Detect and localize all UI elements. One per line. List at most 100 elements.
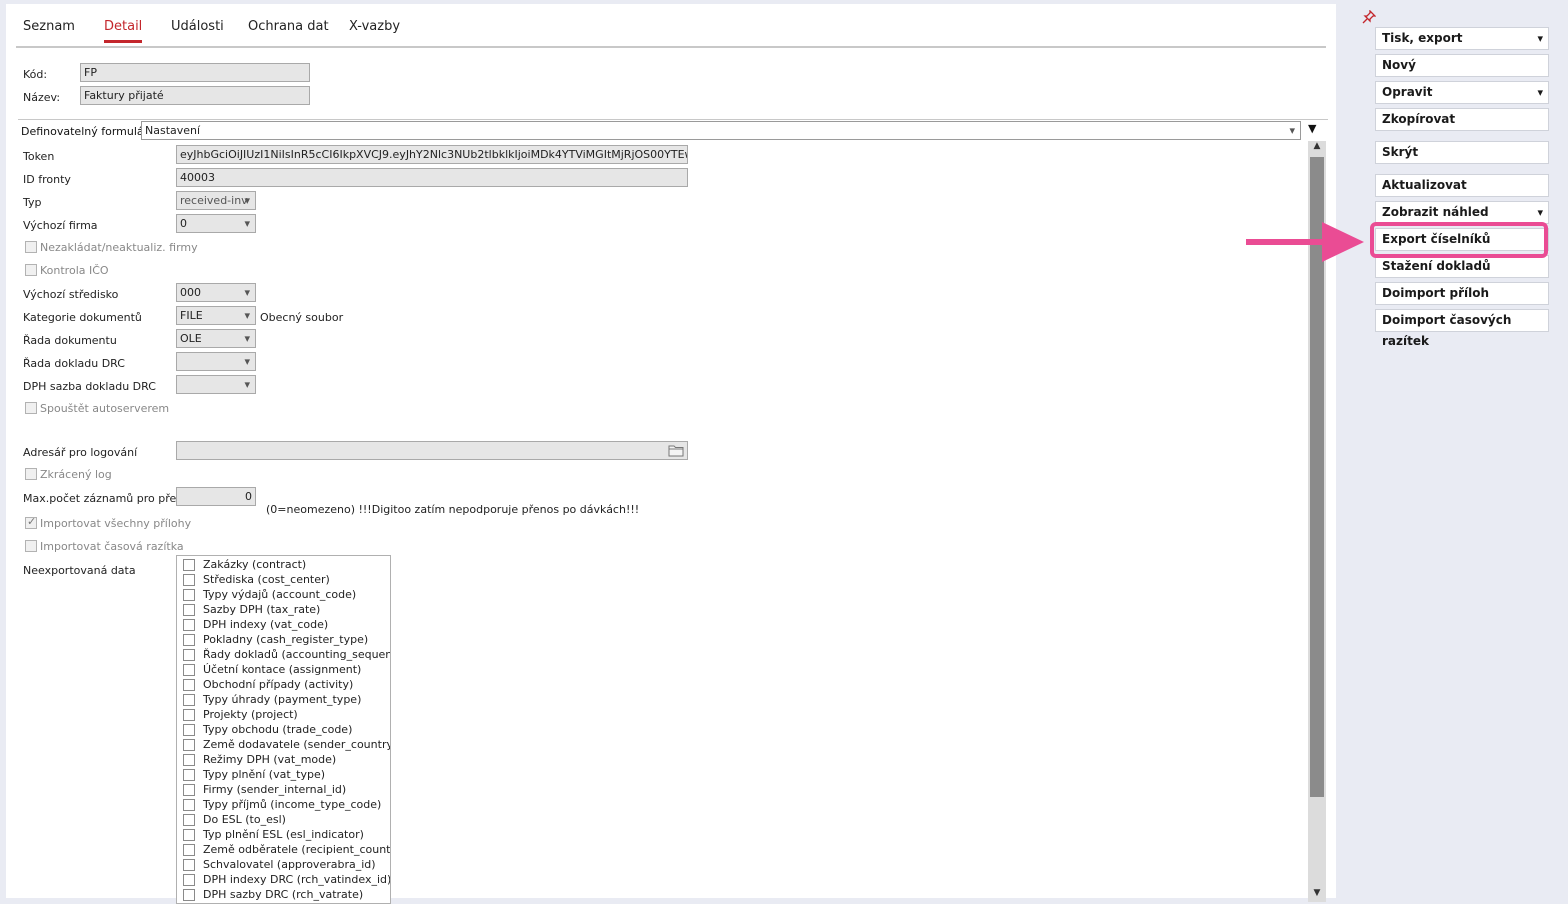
neexport-item-label: DPH indexy (vat_code) xyxy=(203,618,329,631)
tab-udalosti[interactable]: Události xyxy=(171,19,224,40)
max-pocet-field[interactable]: 0 xyxy=(176,487,256,506)
neexport-item-checkbox[interactable] xyxy=(183,619,195,631)
neexport-item-checkbox[interactable] xyxy=(183,589,195,601)
neexport-item-checkbox[interactable] xyxy=(183,829,195,841)
neexport-item-checkbox[interactable] xyxy=(183,649,195,661)
adresar-field[interactable] xyxy=(176,441,688,460)
rada-dokumentu-select[interactable]: OLE xyxy=(176,329,256,348)
neexport-item-checkbox[interactable] xyxy=(183,679,195,691)
nazev-field[interactable]: Faktury přijaté xyxy=(80,86,310,105)
rada-drc-select[interactable] xyxy=(176,352,256,371)
doimport-priloh-button[interactable]: Doimport příloh xyxy=(1375,282,1549,305)
neexport-item-label: Projekty (project) xyxy=(203,708,298,721)
zkopirovat-button[interactable]: Zkopírovat xyxy=(1375,108,1549,131)
neexport-item-checkbox[interactable] xyxy=(183,859,195,871)
tab-detail[interactable]: Detail xyxy=(104,19,143,43)
main-panel: Seznam Detail Události Ochrana dat X-vaz… xyxy=(6,4,1336,904)
rada-drc-label: Řada dokladu DRC xyxy=(23,357,125,370)
form-selector-dropdown[interactable]: Nastavení xyxy=(141,121,1301,140)
neexport-item-label: DPH sazby DRC (rch_vatrate) xyxy=(203,888,364,901)
kategorie-label: Kategorie dokumentů xyxy=(23,311,142,324)
vychozi-firma-label: Výchozí firma xyxy=(23,219,98,232)
neexport-item-checkbox[interactable] xyxy=(183,889,195,901)
rada-dokumentu-label: Řada dokumentu xyxy=(23,334,117,347)
neexport-item-checkbox[interactable] xyxy=(183,874,195,886)
neexport-item-checkbox[interactable] xyxy=(183,814,195,826)
neexport-item-checkbox[interactable] xyxy=(183,664,195,676)
kategorie-select[interactable]: FILE xyxy=(176,306,256,325)
neexport-item-checkbox[interactable] xyxy=(183,709,195,721)
neexport-item-label: DPH indexy DRC (rch_vatindex_id) xyxy=(203,873,391,886)
autoserver-label: Spouštět autoserverem xyxy=(40,402,170,415)
adresar-label: Adresář pro logování xyxy=(23,446,138,459)
tab-seznam[interactable]: Seznam xyxy=(23,19,75,40)
opravit-button[interactable]: Opravit xyxy=(1375,81,1549,104)
dph-drc-select[interactable] xyxy=(176,375,256,394)
neexport-item-checkbox[interactable] xyxy=(183,769,195,781)
neexport-item-label: Do ESL (to_esl) xyxy=(203,813,286,826)
neexport-item-label: Schvalovatel (approverabra_id) xyxy=(203,858,376,871)
vychozi-firma-select[interactable]: 0 xyxy=(176,214,256,233)
vychozi-stredisko-select[interactable]: 000 xyxy=(176,283,256,302)
nezakladat-checkbox[interactable] xyxy=(25,241,37,253)
import-razitka-label: Importovat časová razítka xyxy=(40,540,184,553)
skryt-button[interactable]: Skrýt xyxy=(1375,141,1549,164)
neexport-item-checkbox[interactable] xyxy=(183,784,195,796)
neexport-item-label: Typy úhrady (payment_type) xyxy=(203,693,362,706)
vychozi-stredisko-label: Výchozí středisko xyxy=(23,288,119,301)
kontrola-ico-label: Kontrola IČO xyxy=(40,264,109,277)
neexport-item-checkbox[interactable] xyxy=(183,754,195,766)
id-fronty-field[interactable]: 40003 xyxy=(176,168,688,187)
max-pocet-note: (0=neomezeno) !!!Digitoo zatím nepodporu… xyxy=(266,503,640,516)
scroll-up-icon[interactable]: ▲ xyxy=(1308,141,1326,155)
folder-icon[interactable] xyxy=(668,444,684,457)
neexport-item-label: Typ plnění ESL (esl_indicator) xyxy=(203,828,364,841)
neexport-item-checkbox[interactable] xyxy=(183,559,195,571)
form-menu-chevron-icon[interactable]: ▼ xyxy=(1308,122,1316,135)
zkraceny-log-label: Zkrácený log xyxy=(40,468,112,481)
tab-ochrana-dat[interactable]: Ochrana dat xyxy=(248,19,329,40)
form-selector-label: Definovatelný formulář: xyxy=(21,125,152,138)
neexport-item-checkbox[interactable] xyxy=(183,799,195,811)
kontrola-ico-checkbox[interactable] xyxy=(25,264,37,276)
tisk-export-button[interactable]: Tisk, export xyxy=(1375,27,1549,50)
neexport-item-label: Typy plnění (vat_type) xyxy=(203,768,326,781)
neexport-item-checkbox[interactable] xyxy=(183,604,195,616)
import-prilohy-label: Importovat všechny přílohy xyxy=(40,517,192,530)
typ-select[interactable]: received-inv xyxy=(176,191,256,210)
arrow-right-icon xyxy=(1246,222,1364,262)
neexport-item-checkbox[interactable] xyxy=(183,634,195,646)
autoserver-checkbox[interactable] xyxy=(25,402,37,414)
import-prilohy-checkbox[interactable] xyxy=(25,515,37,529)
neexport-item-label: Zakázky (contract) xyxy=(203,558,307,571)
neexport-item-checkbox[interactable] xyxy=(183,739,195,751)
token-label: Token xyxy=(23,150,55,163)
neexport-item-checkbox[interactable] xyxy=(183,574,195,586)
kod-label: Kód: xyxy=(23,68,48,81)
zkraceny-log-checkbox[interactable] xyxy=(25,468,37,480)
aktualizovat-button[interactable]: Aktualizovat xyxy=(1375,174,1549,197)
kod-field[interactable]: FP xyxy=(80,63,310,82)
neexport-item-checkbox[interactable] xyxy=(183,844,195,856)
novy-button[interactable]: Nový xyxy=(1375,54,1549,77)
pin-icon[interactable] xyxy=(1362,10,1376,24)
neexport-item-checkbox[interactable] xyxy=(183,724,195,736)
stazeni-dokladu-button[interactable]: Stažení dokladů xyxy=(1375,255,1549,278)
neexport-item-label: Účetní kontace (assignment) xyxy=(203,663,362,676)
doimport-casovych-razitek-button[interactable]: Doimport časových razítek xyxy=(1375,309,1549,348)
import-razitka-checkbox[interactable] xyxy=(25,540,37,552)
neexport-label: Neexportovaná data xyxy=(23,564,136,577)
neexport-item-checkbox[interactable] xyxy=(183,694,195,706)
dph-drc-label: DPH sazba dokladu DRC xyxy=(23,380,156,393)
nezakladat-label: Nezakládat/neaktualiz. firmy xyxy=(40,241,198,254)
token-field[interactable]: eyJhbGciOiJIUzI1NiIsInR5cCI6IkpXVCJ9.eyJ… xyxy=(176,145,688,164)
tab-x-vazby[interactable]: X-vazby xyxy=(349,19,400,40)
zobrazit-nahled-button[interactable]: Zobrazit náhled xyxy=(1375,201,1549,224)
neexport-item-label: Sazby DPH (tax_rate) xyxy=(203,603,321,616)
neexport-item-label: Typy příjmů (income_type_code) xyxy=(203,798,382,811)
nazev-label: Název: xyxy=(23,91,61,104)
scroll-down-icon[interactable]: ▼ xyxy=(1308,888,1326,902)
form-selector-bar: Definovatelný formulář: Nastavení ▼ xyxy=(18,119,1328,141)
neexport-checklist[interactable]: Zakázky (contract) Střediska (cost_center… xyxy=(176,555,391,904)
neexport-item-label: Pokladny (cash_register_type) xyxy=(203,633,369,646)
